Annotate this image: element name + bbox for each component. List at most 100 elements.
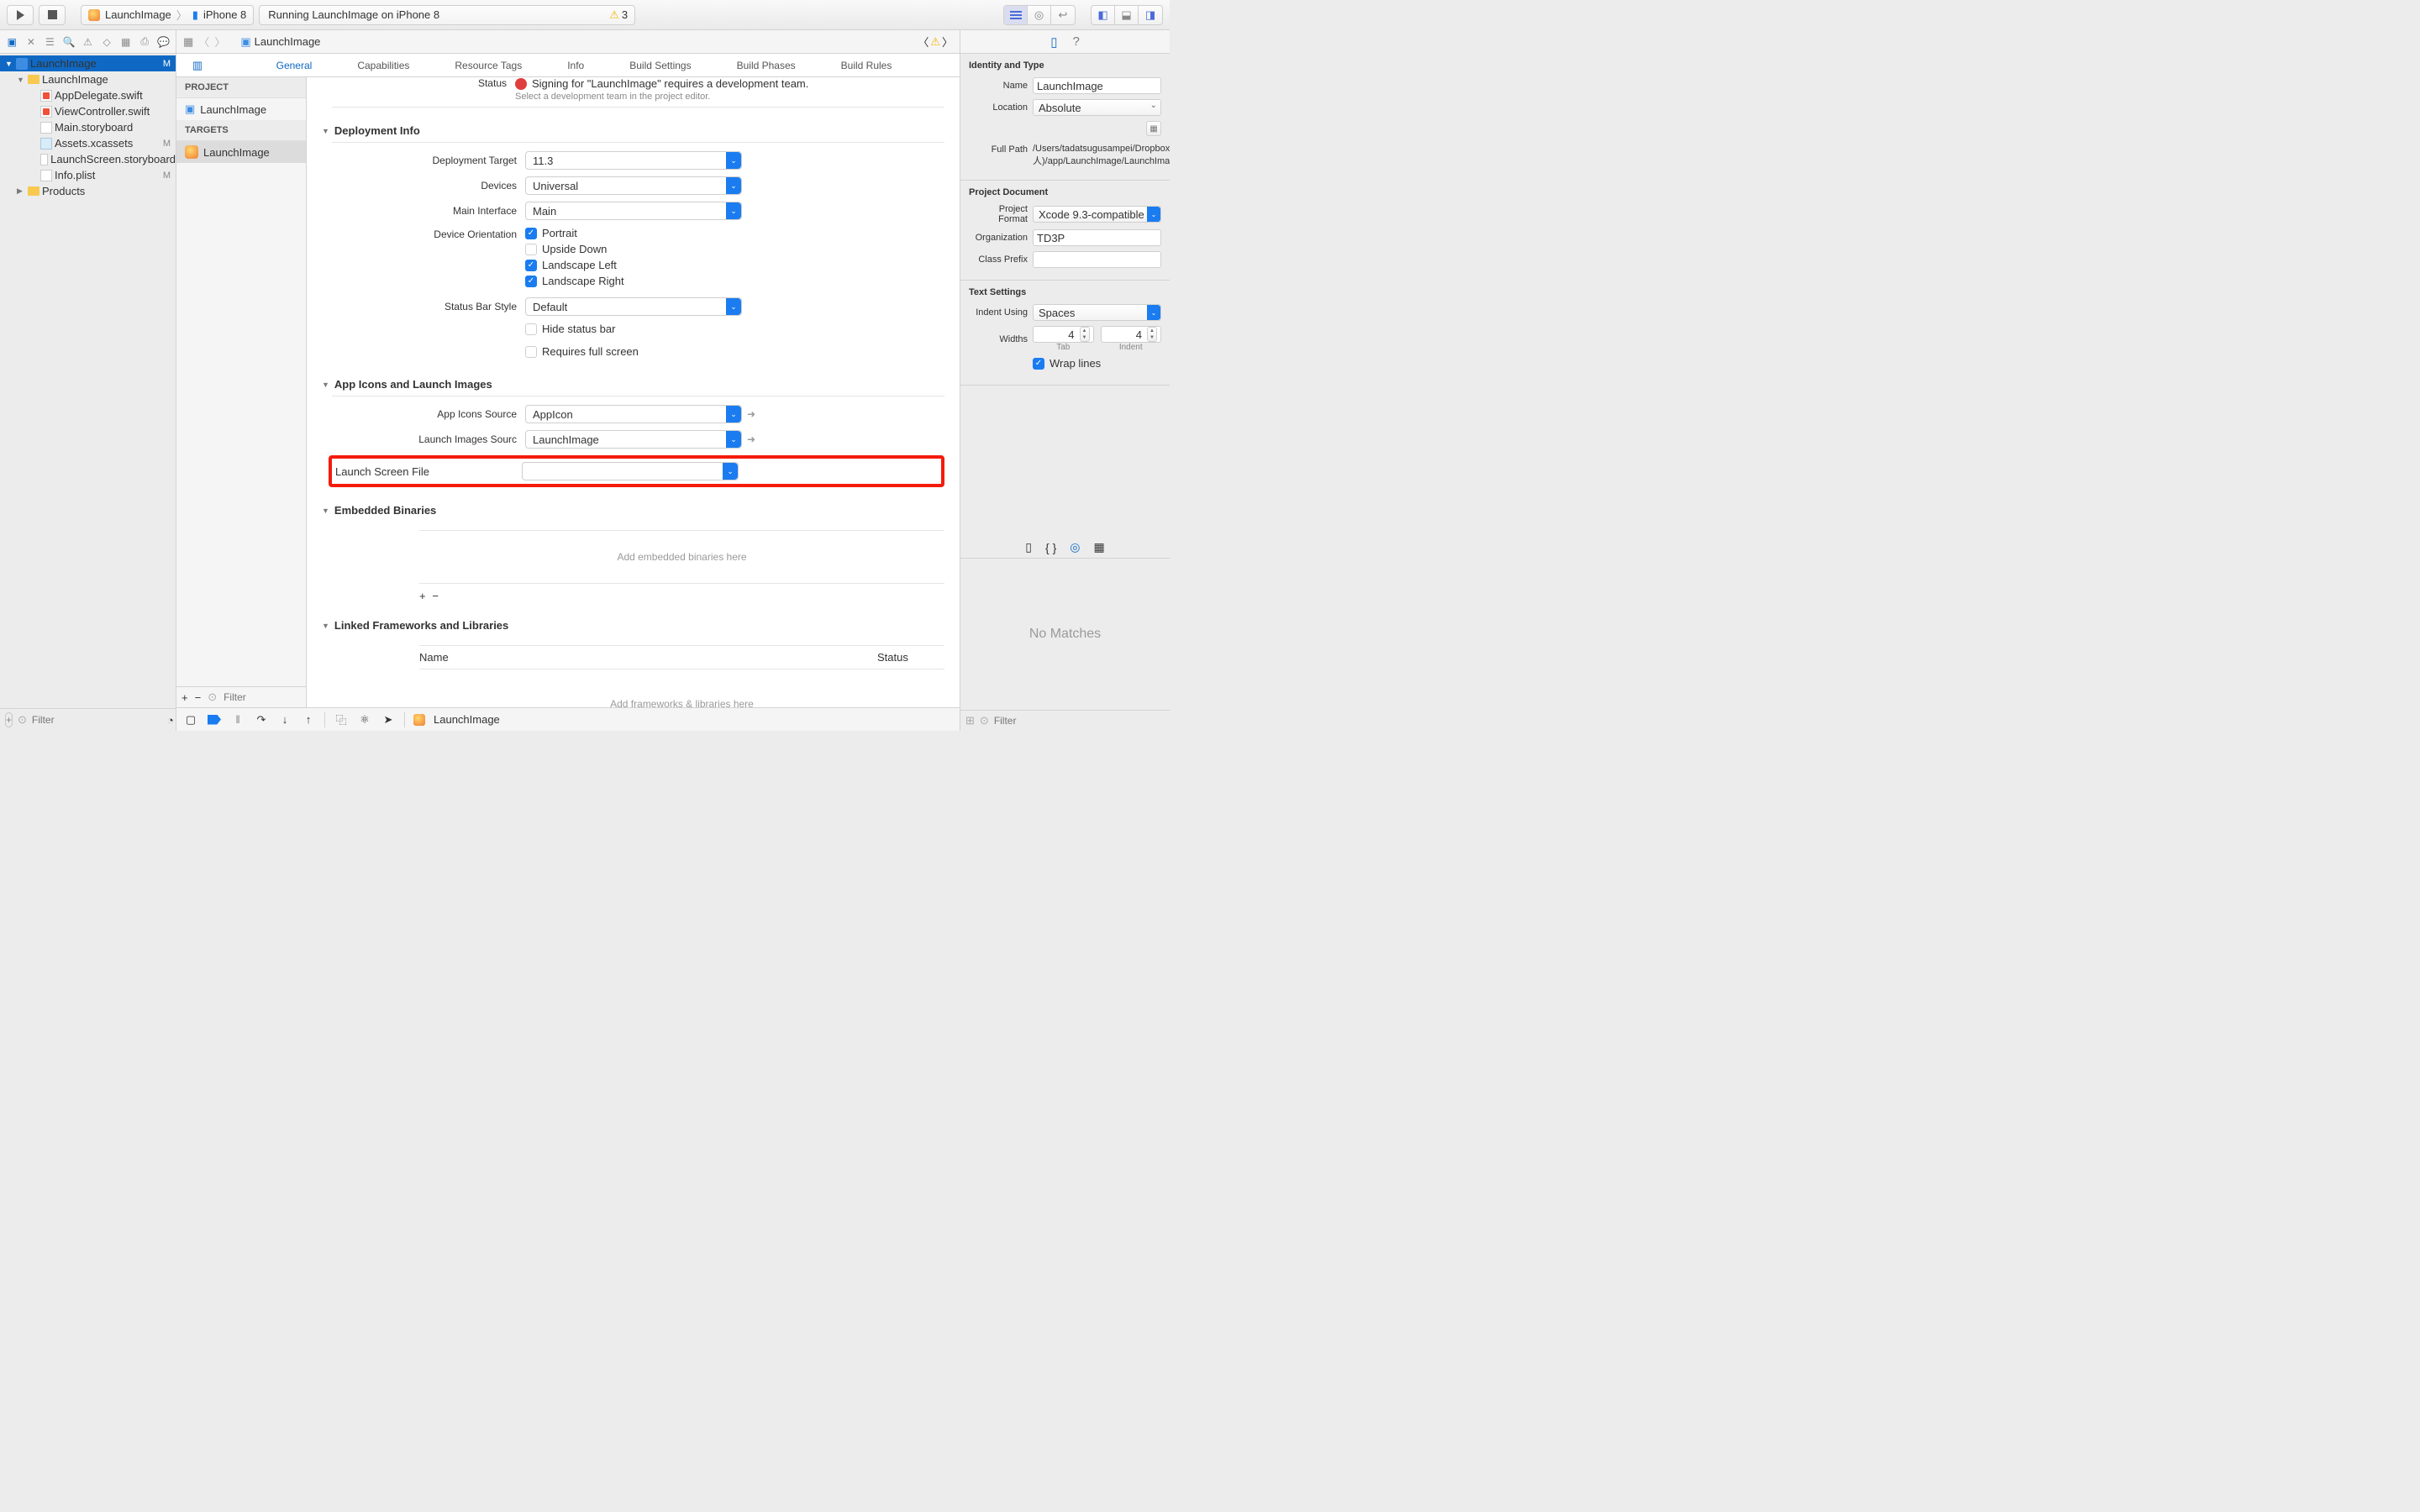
version-editor-button[interactable]: ↩: [1051, 6, 1075, 24]
launch-screen-file-select[interactable]: ⌄: [522, 462, 739, 480]
app-icons-header[interactable]: ▼App Icons and Launch Images: [322, 373, 944, 396]
hide-debug-icon[interactable]: ▢: [183, 713, 198, 727]
run-button[interactable]: [7, 5, 34, 25]
linked-frameworks-header[interactable]: ▼Linked Frameworks and Libraries: [322, 614, 944, 637]
launch-images-detail-icon[interactable]: ➜: [747, 433, 755, 445]
add-button[interactable]: +: [5, 712, 13, 727]
toggle-inspector-button[interactable]: ◨: [1139, 6, 1162, 24]
nav-file-assets[interactable]: Assets.xcassetsM: [0, 135, 176, 151]
filter-icon[interactable]: ⊙: [208, 690, 217, 704]
stop-button[interactable]: [39, 5, 66, 25]
report-navigator-icon[interactable]: 💬: [157, 34, 171, 50]
test-navigator-icon[interactable]: ◇: [100, 34, 114, 50]
scheme-selector[interactable]: LaunchImage 〉 ▮ iPhone 8: [81, 5, 254, 25]
file-inspector-icon[interactable]: ▯: [1050, 34, 1057, 50]
nav-file-infoplist[interactable]: Info.plistM: [0, 167, 176, 183]
linked-frameworks-dropzone[interactable]: Add frameworks & libraries here: [419, 678, 944, 707]
next-issue-icon[interactable]: 〉: [942, 34, 953, 50]
breakpoints-icon[interactable]: [207, 715, 222, 725]
embedded-binaries-dropzone[interactable]: Add embedded binaries here: [419, 530, 944, 584]
issue-navigator-icon[interactable]: ⚠: [81, 34, 95, 50]
nav-project-root[interactable]: ▼LaunchImageM: [0, 55, 176, 71]
step-in-icon[interactable]: ↓: [277, 713, 292, 726]
embedded-binaries-header[interactable]: ▼Embedded Binaries: [322, 499, 944, 522]
remove-target-button[interactable]: −: [195, 691, 202, 704]
location-icon[interactable]: ➤: [381, 713, 396, 727]
continue-icon[interactable]: ‖: [230, 713, 245, 726]
issues-indicator[interactable]: ⚠3: [609, 8, 628, 22]
requires-full-screen-checkbox[interactable]: Requires full screen: [525, 345, 639, 358]
toggle-navigator-button[interactable]: ◧: [1092, 6, 1115, 24]
deployment-target-select[interactable]: 11.3⌄: [525, 151, 742, 170]
code-snippet-library-icon[interactable]: { }: [1045, 541, 1056, 554]
tab-general[interactable]: General: [266, 54, 323, 77]
class-prefix-field[interactable]: [1033, 251, 1161, 268]
nav-file-main-storyboard[interactable]: Main.storyboard: [0, 119, 176, 135]
panel-toggle-segment[interactable]: ◧ ⬓ ◨: [1091, 5, 1163, 25]
memory-graph-icon[interactable]: ⚛: [357, 713, 372, 727]
prev-issue-icon[interactable]: 〈: [918, 34, 929, 50]
add-target-button[interactable]: +: [182, 691, 188, 704]
tab-resource-tags[interactable]: Resource Tags: [445, 54, 532, 77]
nav-file-appdelegate[interactable]: AppDelegate.swift: [0, 87, 176, 103]
indent-width-stepper[interactable]: 4▲▼: [1101, 326, 1162, 343]
remove-embedded-button[interactable]: −: [432, 590, 439, 602]
target-item[interactable]: LaunchImage: [176, 141, 306, 163]
location-select[interactable]: Absolute: [1033, 99, 1161, 116]
forward-icon[interactable]: 〉: [214, 34, 225, 50]
related-items-icon[interactable]: ▦: [183, 35, 193, 49]
toggle-debug-button[interactable]: ⬓: [1115, 6, 1139, 24]
assistant-editor-button[interactable]: ◎: [1028, 6, 1051, 24]
nav-file-launchscreen[interactable]: LaunchScreen.storyboard: [0, 151, 176, 167]
app-icons-detail-icon[interactable]: ➜: [747, 408, 755, 420]
tab-info[interactable]: Info: [557, 54, 594, 77]
debug-view-icon[interactable]: ⿻: [334, 711, 349, 727]
standard-editor-button[interactable]: [1004, 6, 1028, 24]
nav-file-viewcontroller[interactable]: ViewController.swift: [0, 103, 176, 119]
status-bar-select[interactable]: Default⌄: [525, 297, 742, 316]
jump-bar[interactable]: ▦ 〈 〉 ▣LaunchImage 〈 ⚠ 〉: [176, 30, 960, 53]
find-navigator-icon[interactable]: 🔍: [62, 34, 76, 50]
devices-select[interactable]: Universal⌄: [525, 176, 742, 195]
nav-folder[interactable]: ▼LaunchImage: [0, 71, 176, 87]
orientation-landscape-right[interactable]: ✓Landscape Right: [525, 275, 624, 287]
tab-build-settings[interactable]: Build Settings: [619, 54, 701, 77]
symbol-navigator-icon[interactable]: ☰: [43, 34, 57, 50]
filter-icon[interactable]: ⊙: [18, 713, 27, 727]
step-over-icon[interactable]: ↷: [254, 713, 269, 727]
orientation-landscape-left[interactable]: ✓Landscape Left: [525, 259, 624, 271]
main-interface-select[interactable]: Main⌄: [525, 202, 742, 220]
breadcrumb[interactable]: LaunchImage: [255, 35, 321, 48]
process-name[interactable]: LaunchImage: [434, 713, 500, 726]
debug-navigator-icon[interactable]: ▦: [118, 34, 133, 50]
indent-using-select[interactable]: Spaces⌄: [1033, 304, 1161, 321]
hide-status-bar-checkbox[interactable]: Hide status bar: [525, 323, 615, 335]
app-icons-source-select[interactable]: AppIcon⌄: [525, 405, 742, 423]
step-out-icon[interactable]: ↑: [301, 713, 316, 726]
breakpoint-navigator-icon[interactable]: ⎙: [138, 34, 152, 50]
editor-mode-segment[interactable]: ◎ ↩: [1003, 5, 1076, 25]
tab-capabilities[interactable]: Capabilities: [347, 54, 419, 77]
choose-location-button[interactable]: ▦: [1146, 121, 1161, 136]
project-navigator-icon[interactable]: ▣: [5, 34, 19, 50]
file-template-library-icon[interactable]: ▯: [1025, 540, 1032, 554]
quick-help-icon[interactable]: ?: [1072, 34, 1079, 49]
orientation-upside-down[interactable]: Upside Down: [525, 243, 624, 255]
orientation-portrait[interactable]: ✓Portrait: [525, 227, 624, 239]
name-field[interactable]: LaunchImage: [1033, 77, 1161, 94]
nav-folder-products[interactable]: ▶Products: [0, 183, 176, 199]
media-library-icon[interactable]: ▦: [1093, 540, 1104, 554]
project-format-select[interactable]: Xcode 9.3-compatible⌄: [1033, 206, 1161, 223]
tab-width-stepper[interactable]: 4▲▼: [1033, 326, 1094, 343]
organization-field[interactable]: TD3P: [1033, 229, 1161, 246]
recent-filter-icon[interactable]: ◔: [167, 714, 174, 727]
library-view-mode-icon[interactable]: ⊞: [965, 714, 975, 727]
source-control-navigator-icon[interactable]: ✕: [24, 34, 39, 50]
navigator-filter-input[interactable]: [32, 714, 162, 726]
project-item[interactable]: ▣LaunchImage: [176, 98, 306, 120]
deployment-header[interactable]: ▼Deployment Info: [322, 119, 944, 142]
tab-build-phases[interactable]: Build Phases: [727, 54, 806, 77]
add-embedded-button[interactable]: +: [419, 590, 426, 602]
toggle-targets-list-button[interactable]: ▥: [187, 59, 208, 72]
object-library-icon[interactable]: ◎: [1070, 540, 1080, 554]
